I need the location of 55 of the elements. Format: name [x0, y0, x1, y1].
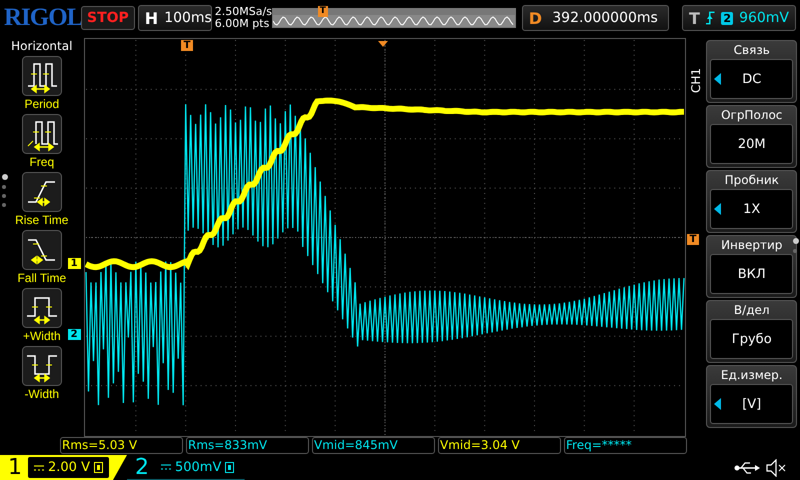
measurement-result: Vmid=845mV	[312, 437, 435, 454]
rising-edge-icon	[706, 11, 716, 25]
channel-offset-marker: 1	[68, 258, 81, 269]
measurement-menu-item[interactable]: Rise Time	[15, 172, 68, 227]
dc-coupling-icon	[34, 464, 44, 470]
vertical-scale: 500mV	[174, 460, 222, 474]
trigger-display[interactable]: T 2 960mV	[682, 5, 796, 31]
sample-rate: 2.50MSa/s	[214, 6, 269, 18]
freq-measurement-icon	[22, 114, 62, 154]
sine-wave-icon	[272, 15, 515, 27]
run-stop-indicator[interactable]: STOP	[81, 6, 135, 30]
channel-offset-marker: 2	[68, 329, 81, 340]
vertical-scale: 2.00 V	[48, 460, 90, 475]
mute-icon	[766, 458, 786, 476]
measurement-menu-item[interactable]: Fall Time	[17, 230, 66, 285]
softkey-title: Ед.измер.	[720, 367, 784, 384]
trigger-position-marker: T	[318, 6, 328, 17]
measurement-menu-item[interactable]: +Width	[22, 288, 62, 343]
softkey-value[interactable]: DC	[710, 59, 793, 99]
softkey-title: В/дел	[732, 302, 771, 319]
softkey-value[interactable]: 1X	[710, 189, 793, 229]
rise-measurement-icon	[22, 172, 62, 212]
measurement-result: Rms=5.03 V	[60, 437, 183, 454]
delay-display[interactable]: D 392.000000ms	[522, 5, 669, 31]
measurement-result: Freq=*****	[564, 437, 687, 454]
usb-icon	[734, 460, 760, 474]
trigger-level-marker: T	[686, 234, 700, 245]
softkey-title: Инвертир	[720, 237, 784, 254]
menu-title: Horizontal	[11, 39, 72, 53]
pwidth-measurement-icon	[22, 288, 62, 328]
fall-measurement-icon	[22, 230, 62, 270]
softkey-value[interactable]: [V]	[710, 384, 793, 424]
trigger-source-badge: 2	[721, 12, 734, 24]
channel-label: CH1	[688, 68, 703, 94]
delay-marker-icon	[378, 40, 388, 47]
dc-coupling-icon	[160, 464, 171, 470]
measurement-menu-item[interactable]: Freq	[22, 114, 62, 169]
softkey-title: Связь	[732, 42, 771, 59]
measurement-menu-item[interactable]: -Width	[22, 346, 62, 401]
softkey-value[interactable]: 20M	[710, 124, 793, 164]
softkey-title: ОгрПолос	[720, 107, 784, 124]
channel-tab[interactable]: 1 2.00 V	[0, 455, 127, 480]
trigger-position-marker: T	[180, 40, 194, 51]
period-measurement-icon	[22, 56, 62, 96]
softkey-value[interactable]: ВКЛ	[710, 254, 793, 294]
measurement-menu-item[interactable]: Period	[22, 56, 62, 111]
softkey-title: Пробник	[724, 172, 780, 189]
softkey-value[interactable]: Грубо	[710, 319, 793, 359]
memory-depth: 6.00M pts	[214, 18, 269, 30]
bandwidth-limit-icon	[94, 462, 103, 473]
bandwidth-limit-icon	[225, 462, 234, 472]
nwidth-measurement-icon	[22, 346, 62, 386]
measurement-result: Vmid=3.04 V	[438, 437, 561, 454]
measurement-result: Rms=833mV	[186, 437, 309, 454]
timebase-display[interactable]: H 100ms	[138, 5, 212, 31]
